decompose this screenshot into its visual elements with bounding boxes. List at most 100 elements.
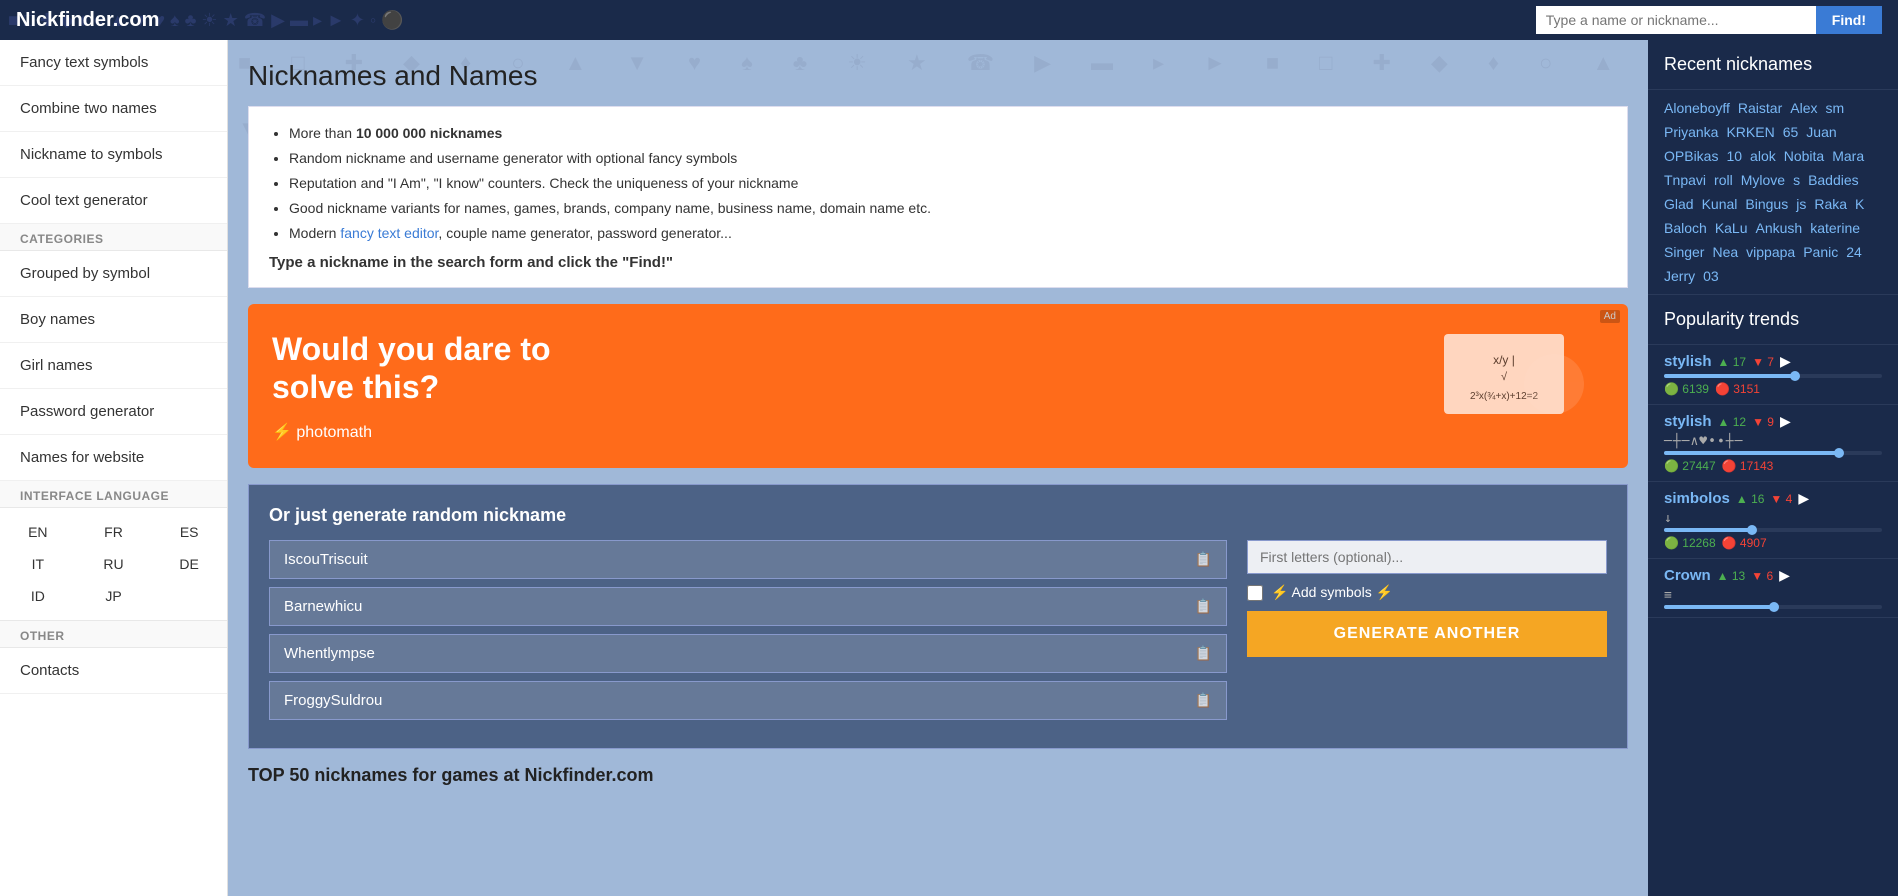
trend-play-2[interactable]: ▶ <box>1798 490 1809 507</box>
find-button[interactable]: Find! <box>1816 6 1882 34</box>
trend-bar-fill-0 <box>1664 374 1795 378</box>
sidebar-item-nickname-to-symbols[interactable]: Nickname to symbols <box>0 132 227 178</box>
recent-nick-item[interactable]: roll <box>1714 172 1733 188</box>
lang-es[interactable]: ES <box>151 516 227 548</box>
recent-nick-item[interactable]: Singer <box>1664 244 1704 260</box>
recent-nick-item[interactable]: s <box>1793 172 1800 188</box>
recent-nick-item[interactable]: Mara <box>1832 148 1864 164</box>
recent-nick-item[interactable]: Bingus <box>1745 196 1788 212</box>
recent-nick-item[interactable]: Panic <box>1803 244 1838 260</box>
sidebar-item-boy-names[interactable]: Boy names <box>0 297 227 343</box>
recent-nick-item[interactable]: Ankush <box>1756 220 1803 236</box>
trend-play-0[interactable]: ▶ <box>1780 353 1791 370</box>
sidebar-item-password-generator[interactable]: Password generator <box>0 389 227 435</box>
info-list: More than 10 000 000 nicknames Random ni… <box>269 123 1607 244</box>
trend-bar-track-0 <box>1664 374 1882 378</box>
trend-name-1[interactable]: stylish <box>1664 413 1712 430</box>
recent-nick-item[interactable]: Glad <box>1664 196 1694 212</box>
recent-nick-item[interactable]: Jerry <box>1664 268 1695 284</box>
generated-name-2-value: Barnewhicu <box>284 598 362 615</box>
recent-nick-item[interactable]: sm <box>1826 100 1845 116</box>
generated-name-2: Barnewhicu 📋 <box>269 587 1227 626</box>
main-content: Nicknames and Names More than 10 000 000… <box>248 60 1628 786</box>
generator-left: IscouTriscuit 📋 Barnewhicu 📋 Whentlympse… <box>269 540 1227 728</box>
search-input[interactable] <box>1536 6 1816 34</box>
recent-nick-item[interactable]: Raka <box>1814 196 1847 212</box>
trend-top-row-2: simbolos▲ 16▼ 4▶ <box>1664 490 1882 507</box>
recent-nick-item[interactable]: Raistar <box>1738 100 1782 116</box>
generated-name-1-value: IscouTriscuit <box>284 551 368 568</box>
recent-nick-item[interactable]: KaLu <box>1715 220 1748 236</box>
copy-icon-3[interactable]: 📋 <box>1195 645 1212 662</box>
trend-item-2: simbolos▲ 16▼ 4▶↓🟢 12268🔴 4907 <box>1648 482 1898 559</box>
lang-de[interactable]: DE <box>151 548 227 580</box>
ad-banner: Would you dare to solve this? ⚡ photomat… <box>248 304 1628 468</box>
recent-nick-item[interactable]: Kunal <box>1702 196 1738 212</box>
sidebar-item-girl-names[interactable]: Girl names <box>0 343 227 389</box>
recent-nick-item[interactable]: 65 <box>1783 124 1799 140</box>
trend-total-up-2: 🟢 12268 <box>1664 536 1716 550</box>
first-letters-input[interactable] <box>1247 540 1607 574</box>
recent-nick-item[interactable]: Aloneboyff <box>1664 100 1730 116</box>
trend-name-0[interactable]: stylish <box>1664 353 1712 370</box>
trend-total-down-0: 🔴 3151 <box>1715 382 1760 396</box>
popularity-section: Popularity trends stylish▲ 17▼ 7▶🟢 6139🔴… <box>1648 295 1898 618</box>
sidebar-item-combine-two-names[interactable]: Combine two names <box>0 86 227 132</box>
header-search: Find! <box>1536 6 1882 34</box>
recent-nick-item[interactable]: Nobita <box>1784 148 1824 164</box>
recent-nick-item[interactable]: alok <box>1750 148 1776 164</box>
recent-nick-item[interactable]: 24 <box>1846 244 1862 260</box>
lang-fr[interactable]: FR <box>76 516 152 548</box>
trend-name-2[interactable]: simbolos <box>1664 490 1730 507</box>
recent-nick-item[interactable]: K <box>1855 196 1864 212</box>
recent-nick-item[interactable]: Nea <box>1712 244 1738 260</box>
add-symbols-row: ⚡ Add symbols ⚡ <box>1247 584 1607 601</box>
page-title: Nicknames and Names <box>248 60 1628 92</box>
trends-container: stylish▲ 17▼ 7▶🟢 6139🔴 3151stylish▲ 12▼ … <box>1648 345 1898 618</box>
sidebar-item-contacts[interactable]: Contacts <box>0 648 227 694</box>
recent-nick-item[interactable]: Juan <box>1806 124 1836 140</box>
recent-nick-item[interactable]: Priyanka <box>1664 124 1718 140</box>
recent-nick-item[interactable]: katerine <box>1810 220 1860 236</box>
trend-bar-dot-1 <box>1834 448 1844 458</box>
generate-button[interactable]: GENERATE ANOTHER <box>1247 611 1607 657</box>
copy-icon-2[interactable]: 📋 <box>1195 598 1212 615</box>
recent-nick-item[interactable]: Baloch <box>1664 220 1707 236</box>
info-cta: Type a nickname in the search form and c… <box>269 254 1607 271</box>
copy-icon-4[interactable]: 📋 <box>1195 692 1212 709</box>
fancy-text-editor-link[interactable]: fancy text editor <box>340 225 438 241</box>
copy-icon-1[interactable]: 📋 <box>1195 551 1212 568</box>
recent-nick-item[interactable]: Mylove <box>1741 172 1785 188</box>
sidebar-item-fancy-text-symbols[interactable]: Fancy text symbols <box>0 40 227 86</box>
recent-nick-item[interactable]: OPBikas <box>1664 148 1718 164</box>
recent-nick-item[interactable]: vippapa <box>1746 244 1795 260</box>
sidebar-item-cool-text-generator[interactable]: Cool text generator <box>0 178 227 224</box>
lang-en[interactable]: EN <box>0 516 76 548</box>
recent-nick-item[interactable]: 03 <box>1703 268 1719 284</box>
recent-nick-item[interactable]: KRKEN <box>1726 124 1774 140</box>
sidebar-item-grouped-by-symbol[interactable]: Grouped by symbol <box>0 251 227 297</box>
trend-play-1[interactable]: ▶ <box>1780 413 1791 430</box>
add-symbols-checkbox[interactable] <box>1247 585 1263 601</box>
lang-ru[interactable]: RU <box>76 548 152 580</box>
trend-total-up-0: 🟢 6139 <box>1664 382 1709 396</box>
site-logo[interactable]: Nickfinder.com <box>16 9 159 32</box>
recent-nick-item[interactable]: 10 <box>1726 148 1742 164</box>
trend-top-row-1: stylish▲ 12▼ 9▶ <box>1664 413 1882 430</box>
trend-down-count-0: ▼ 7 <box>1752 355 1774 369</box>
recent-nick-item[interactable]: js <box>1796 196 1806 212</box>
recent-nicknames-title: Recent nicknames <box>1648 40 1898 90</box>
trend-down-count-3: ▼ 6 <box>1751 569 1773 583</box>
lang-jp[interactable]: JP <box>76 580 152 612</box>
trend-play-3[interactable]: ▶ <box>1779 567 1790 584</box>
recent-nick-item[interactable]: Baddies <box>1808 172 1859 188</box>
info-item-2: Random nickname and username generator w… <box>289 148 1607 169</box>
lang-it[interactable]: IT <box>0 548 76 580</box>
sidebar-item-names-for-website[interactable]: Names for website <box>0 435 227 481</box>
recent-nick-item[interactable]: Tnpavi <box>1664 172 1706 188</box>
trend-down-count-2: ▼ 4 <box>1770 492 1792 506</box>
lang-id[interactable]: ID <box>0 580 76 612</box>
recent-nick-item[interactable]: Alex <box>1790 100 1817 116</box>
ad-banner-text: Would you dare to solve this? ⚡ photomat… <box>272 330 612 443</box>
trend-name-3[interactable]: Crown <box>1664 567 1711 584</box>
